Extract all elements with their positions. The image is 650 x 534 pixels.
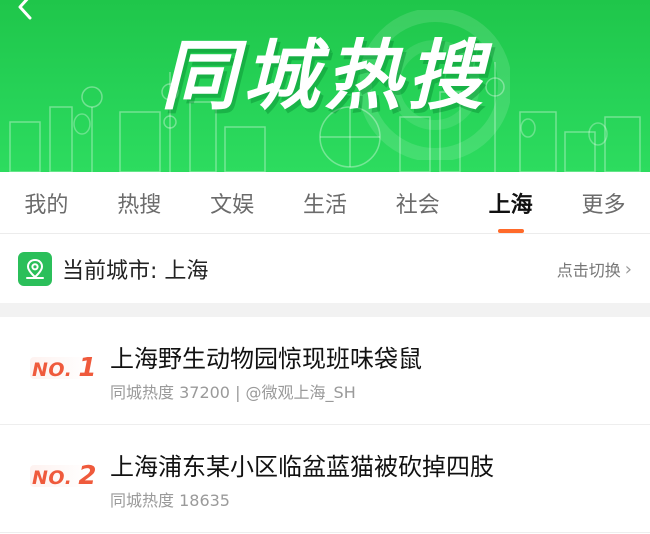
list-item[interactable]: NO. 2 上海浦东某小区临盆蓝猫被砍掉四肢 同城热度 18635 <box>0 425 650 533</box>
header-banner: 同城热搜 <box>0 0 650 172</box>
banner-title: 同城热搜 <box>161 31 489 120</box>
tab-entertainment[interactable]: 文娱 <box>204 187 260 219</box>
chevron-right-icon: › <box>624 258 632 280</box>
tab-hot-search[interactable]: 热搜 <box>111 187 167 219</box>
tab-life[interactable]: 生活 <box>297 187 353 219</box>
map-location-icon <box>18 252 52 286</box>
item-title[interactable]: 上海浦东某小区临盆蓝猫被砍掉四肢 <box>110 447 494 482</box>
tab-shanghai[interactable]: 上海 <box>483 187 539 233</box>
tab-mine[interactable]: 我的 <box>18 187 74 219</box>
section-divider <box>0 303 650 317</box>
tab-society[interactable]: 社会 <box>390 187 446 219</box>
list-item[interactable]: NO. 1 上海野生动物园惊现班味袋鼠 同城热度 37200 | @微观上海_SH <box>0 317 650 425</box>
category-tabs: 我的 热搜 文娱 生活 社会 上海 更多 <box>0 172 650 234</box>
rank-badge: NO. 2 <box>32 461 97 491</box>
hot-search-list: NO. 1 上海野生动物园惊现班味袋鼠 同城热度 37200 | @微观上海_SH… <box>0 317 650 533</box>
tab-more[interactable]: 更多 <box>575 187 631 219</box>
item-meta: 同城热度 18635 <box>110 491 230 510</box>
switch-city-button[interactable]: 点击切换 › <box>557 257 632 281</box>
current-city-bar: 当前城市: 上海 点击切换 › <box>0 235 650 303</box>
current-city-label: 当前城市: 上海 <box>62 259 209 284</box>
rank-badge: NO. 1 <box>32 353 97 383</box>
switch-city-label: 点击切换 <box>556 261 621 280</box>
item-meta: 同城热度 37200 | @微观上海_SH <box>110 383 356 402</box>
item-title[interactable]: 上海野生动物园惊现班味袋鼠 <box>110 339 422 374</box>
